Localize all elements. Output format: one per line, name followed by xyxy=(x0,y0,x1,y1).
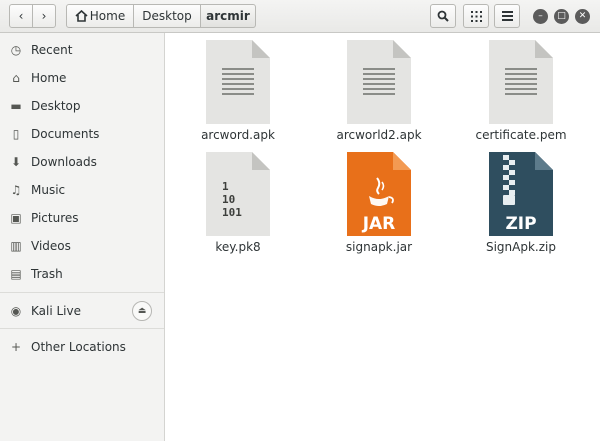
sidebar-item-label: Other Locations xyxy=(31,340,126,354)
text-file-icon xyxy=(347,40,411,124)
file-name: arcworld2.apk xyxy=(336,128,422,142)
sidebar-item-label: Trash xyxy=(31,267,63,281)
sidebar-item-label: Downloads xyxy=(31,155,97,169)
pictures-icon: ▣ xyxy=(10,211,22,225)
sidebar-item-videos[interactable]: ▥ Videos xyxy=(0,234,164,258)
document-icon: ▯ xyxy=(12,127,20,141)
home-icon: ⌂ xyxy=(12,71,20,85)
sidebar-item-downloads[interactable]: ⬇ Downloads xyxy=(0,150,164,174)
eject-icon: ⏏ xyxy=(137,306,147,316)
file-name: signapk.jar xyxy=(345,240,413,254)
close-icon: ✕ xyxy=(578,11,587,21)
sidebar-item-desktop[interactable]: ▬ Desktop xyxy=(0,94,164,118)
menu-icon xyxy=(501,11,513,21)
forward-button[interactable]: › xyxy=(32,4,56,28)
plus-icon: + xyxy=(10,340,22,354)
jar-badge: JAR xyxy=(362,214,396,234)
trash-icon: ▤ xyxy=(10,267,22,281)
view-toggle-button[interactable] xyxy=(463,4,489,28)
binary-glyph-line: 10 xyxy=(222,193,235,206)
breadcrumb-label: Home xyxy=(89,9,126,23)
sidebar-item-documents[interactable]: ▯ Documents xyxy=(0,122,164,146)
sidebar-item-label: Kali Live xyxy=(31,304,81,318)
sidebar-item-label: Music xyxy=(31,183,66,197)
disc-icon: ◉ xyxy=(10,304,22,318)
file-name: key.pk8 xyxy=(215,240,261,254)
sidebar-divider xyxy=(0,292,164,293)
text-file-icon xyxy=(489,40,553,124)
zip-badge: ZIP xyxy=(505,214,536,234)
video-icon: ▥ xyxy=(10,239,22,253)
folder-icon: ▬ xyxy=(10,99,22,113)
sidebar-divider xyxy=(0,328,164,329)
header-bar: ‹ › Home Desktop arcmir – □ ✕ xyxy=(0,0,600,33)
close-button[interactable]: ✕ xyxy=(575,9,590,24)
sidebar-item-label: Documents xyxy=(31,127,100,141)
search-button[interactable] xyxy=(430,4,456,28)
file-name: SignApk.zip xyxy=(485,240,556,254)
breadcrumb-home[interactable]: Home xyxy=(66,4,134,28)
sidebar-item-pictures[interactable]: ▣ Pictures xyxy=(0,206,164,230)
menu-button[interactable] xyxy=(494,4,520,28)
search-icon xyxy=(437,10,449,22)
file-name: certificate.pem xyxy=(475,128,567,142)
view-grid-icon xyxy=(470,10,482,22)
sidebar-item-label: Desktop xyxy=(31,99,81,113)
jar-file-icon: JAR xyxy=(347,152,411,236)
sidebar-item-label: Home xyxy=(31,71,67,85)
eject-button[interactable]: ⏏ xyxy=(132,301,152,321)
sidebar-item-recent[interactable]: ◷ Recent xyxy=(0,38,164,62)
sidebar: ◷ Recent ⌂ Home ▬ Desktop ▯ Documents ⬇ … xyxy=(0,33,165,441)
minimize-button[interactable]: – xyxy=(533,9,548,24)
maximize-button[interactable]: □ xyxy=(554,9,569,24)
forward-icon: › xyxy=(41,9,47,23)
breadcrumb-label: arcmir xyxy=(206,9,250,23)
home-icon xyxy=(75,10,88,22)
breadcrumb-arcmir[interactable]: arcmir xyxy=(200,4,256,28)
sidebar-item-music[interactable]: ♫ Music xyxy=(0,178,164,202)
sidebar-item-other-locations[interactable]: + Other Locations xyxy=(0,335,164,359)
text-file-icon xyxy=(206,40,270,124)
breadcrumb-label: Desktop xyxy=(142,9,192,23)
maximize-icon: □ xyxy=(557,11,566,21)
back-icon: ‹ xyxy=(18,9,24,23)
sidebar-item-label: Videos xyxy=(31,239,71,253)
binary-file-icon: 1 10 101 xyxy=(206,152,270,236)
back-button[interactable]: ‹ xyxy=(9,4,33,28)
sidebar-item-home[interactable]: ⌂ Home xyxy=(0,66,164,90)
music-icon: ♫ xyxy=(10,183,22,197)
binary-glyph-line: 101 xyxy=(222,206,242,219)
zip-file-icon: ZIP xyxy=(489,152,553,236)
sidebar-item-label: Recent xyxy=(31,43,73,57)
download-icon: ⬇ xyxy=(10,155,22,169)
sidebar-item-label: Pictures xyxy=(31,211,79,225)
breadcrumb-desktop[interactable]: Desktop xyxy=(133,4,201,28)
sidebar-item-kali-live[interactable]: ◉ Kali Live ⏏ xyxy=(0,299,164,323)
minimize-icon: – xyxy=(538,11,543,21)
binary-glyph-line: 1 xyxy=(222,180,229,193)
file-name: arcword.apk xyxy=(201,128,275,142)
clock-icon: ◷ xyxy=(10,43,22,57)
sidebar-item-trash[interactable]: ▤ Trash xyxy=(0,262,164,286)
